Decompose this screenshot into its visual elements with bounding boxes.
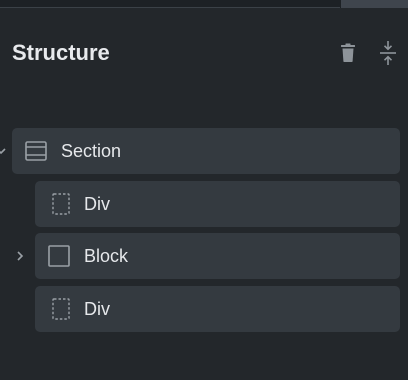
block-icon (48, 245, 70, 267)
panel-header: Structure (12, 38, 402, 70)
top-tab-strip (0, 0, 408, 8)
section-icon (25, 140, 47, 162)
tree-item-block[interactable]: Block (35, 233, 400, 279)
div-icon (50, 193, 72, 215)
active-tab-indicator[interactable] (341, 0, 408, 8)
collapse-all-button[interactable] (374, 38, 402, 68)
tree-item-div[interactable]: Div (35, 286, 400, 332)
block-expand-toggle[interactable] (13, 249, 27, 263)
tree-item-label: Div (84, 298, 110, 319)
tree-item-label: Div (84, 193, 110, 214)
collapse-vertical-icon (380, 41, 396, 65)
panel-title: Structure (12, 40, 110, 65)
section-expand-toggle[interactable] (0, 144, 8, 158)
tree-item-section[interactable]: Section (12, 128, 400, 174)
chevron-down-icon (0, 148, 6, 155)
tree-item-div[interactable]: Div (35, 181, 400, 227)
trash-icon (341, 43, 355, 62)
chevron-right-icon (17, 251, 24, 261)
structure-panel: Structure Section Div Block Div (0, 0, 408, 380)
div-icon (50, 298, 72, 320)
tree-item-label: Section (61, 140, 122, 161)
top-divider (0, 7, 340, 8)
tree-item-label: Block (84, 245, 129, 266)
delete-button[interactable] (334, 38, 362, 68)
